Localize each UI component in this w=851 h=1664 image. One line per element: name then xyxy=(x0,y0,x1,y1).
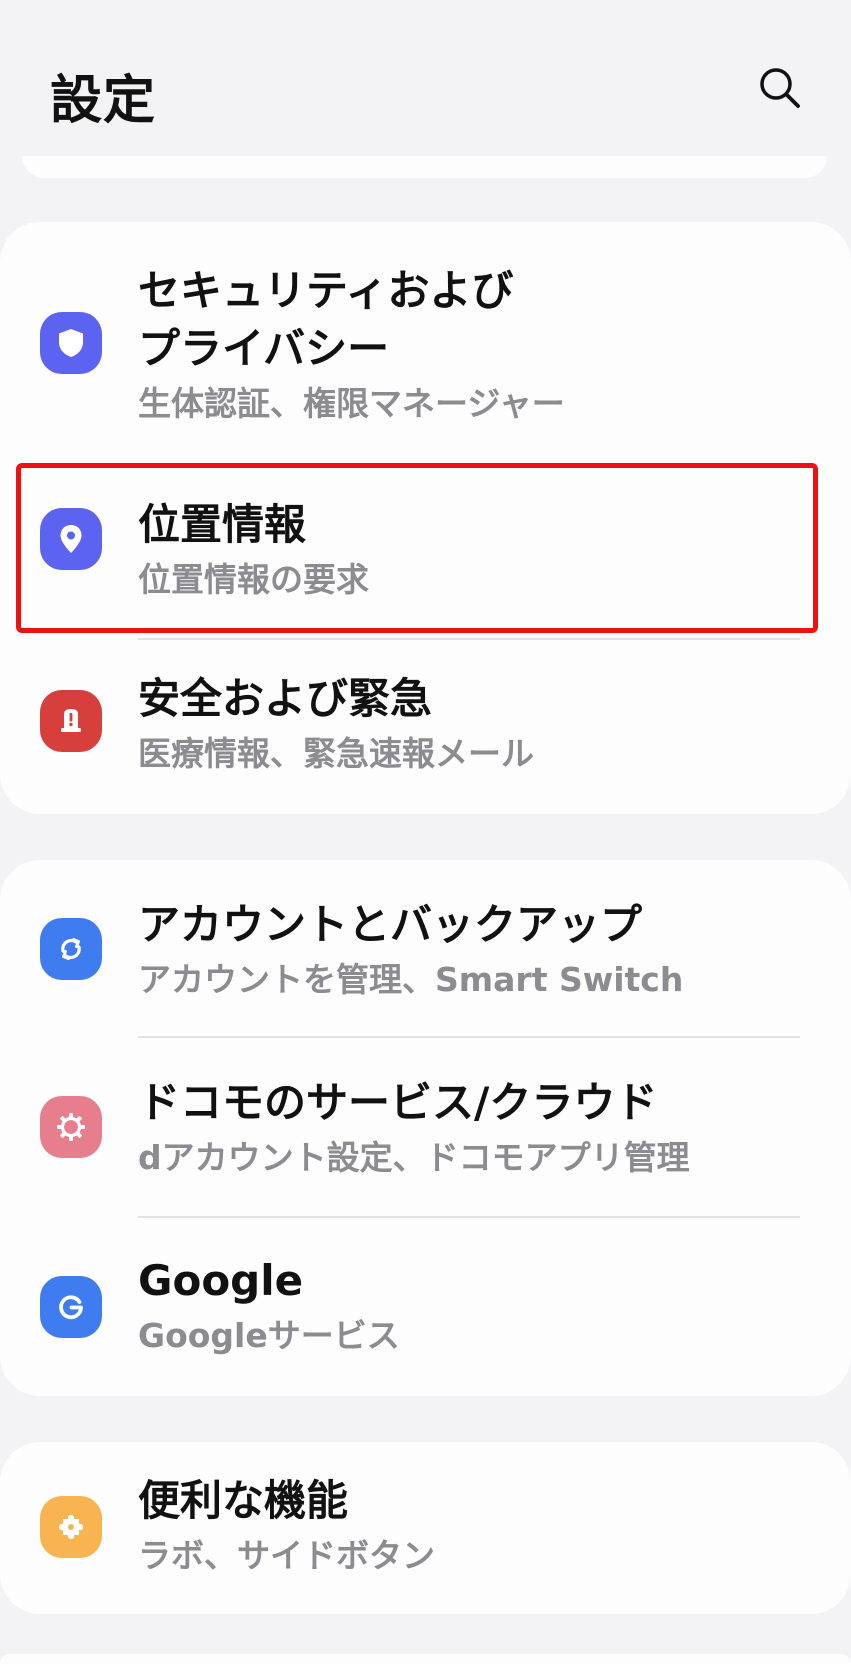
settings-screen: 設定 セキュリティおよび プライバシー 生体認証、権限マネージャー 位置情報 位… xyxy=(0,0,851,1664)
google-icon xyxy=(40,1276,102,1338)
settings-group-privacy: セキュリティおよび プライバシー 生体認証、権限マネージャー 位置情報 位置情報… xyxy=(0,222,851,814)
settings-group-accounts: アカウントとバックアップ アカウントを管理、Smart Switch ドコモのサ… xyxy=(0,860,851,1396)
settings-item-subtitle: ラボ、サイドボタン xyxy=(138,1536,435,1575)
settings-item-subtitle: 位置情報の要求 xyxy=(138,560,369,599)
location-pin-icon xyxy=(40,508,102,570)
settings-item-docomo-services[interactable]: ドコモのサービス/クラウド dアカウント設定、ドコモアプリ管理 xyxy=(0,1038,851,1216)
settings-item-title: Google xyxy=(138,1256,304,1305)
settings-item-subtitle: 生体認証、権限マネージャー xyxy=(138,384,565,423)
settings-item-security-privacy[interactable]: セキュリティおよび プライバシー 生体認証、権限マネージャー xyxy=(0,242,851,442)
settings-item-accounts-backup[interactable]: アカウントとバックアップ アカウントを管理、Smart Switch xyxy=(0,860,851,1036)
settings-item-subtitle: 医療情報、緊急速報メール xyxy=(138,734,534,773)
settings-item-title: アカウントとバックアップ xyxy=(138,900,643,949)
settings-group-advanced: 便利な機能 ラボ、サイドボタン xyxy=(0,1442,851,1614)
next-card-edge xyxy=(0,1654,851,1664)
gear-icon xyxy=(40,1096,102,1158)
settings-item-title: 位置情報 xyxy=(138,500,307,549)
sync-icon xyxy=(40,918,102,980)
settings-item-subtitle: アカウントを管理、Smart Switch xyxy=(138,960,684,999)
page-title: 設定 xyxy=(50,71,157,131)
search-icon xyxy=(760,68,800,108)
settings-item-google[interactable]: Google Googleサービス xyxy=(0,1218,851,1396)
settings-item-subtitle: Googleサービス xyxy=(138,1316,400,1355)
settings-item-title: 安全および緊急 xyxy=(138,674,433,723)
settings-item-location[interactable]: 位置情報 位置情報の要求 xyxy=(0,468,851,628)
shield-icon xyxy=(40,312,102,374)
settings-item-subtitle: dアカウント設定、ドコモアプリ管理 xyxy=(138,1138,690,1177)
emergency-icon xyxy=(40,690,102,752)
settings-item-advanced-features[interactable]: 便利な機能 ラボ、サイドボタン xyxy=(0,1442,851,1614)
previous-card-edge xyxy=(22,156,827,178)
settings-item-title: ドコモのサービス/クラウド xyxy=(138,1078,658,1127)
settings-item-title: セキュリティおよび プライバシー xyxy=(138,266,514,373)
settings-item-title: 便利な機能 xyxy=(138,1476,349,1525)
search-button[interactable] xyxy=(756,64,806,114)
puzzle-gear-icon xyxy=(40,1496,102,1558)
header: 設定 xyxy=(0,0,851,150)
settings-item-safety-emergency[interactable]: 安全および緊急 医療情報、緊急速報メール xyxy=(0,640,851,810)
